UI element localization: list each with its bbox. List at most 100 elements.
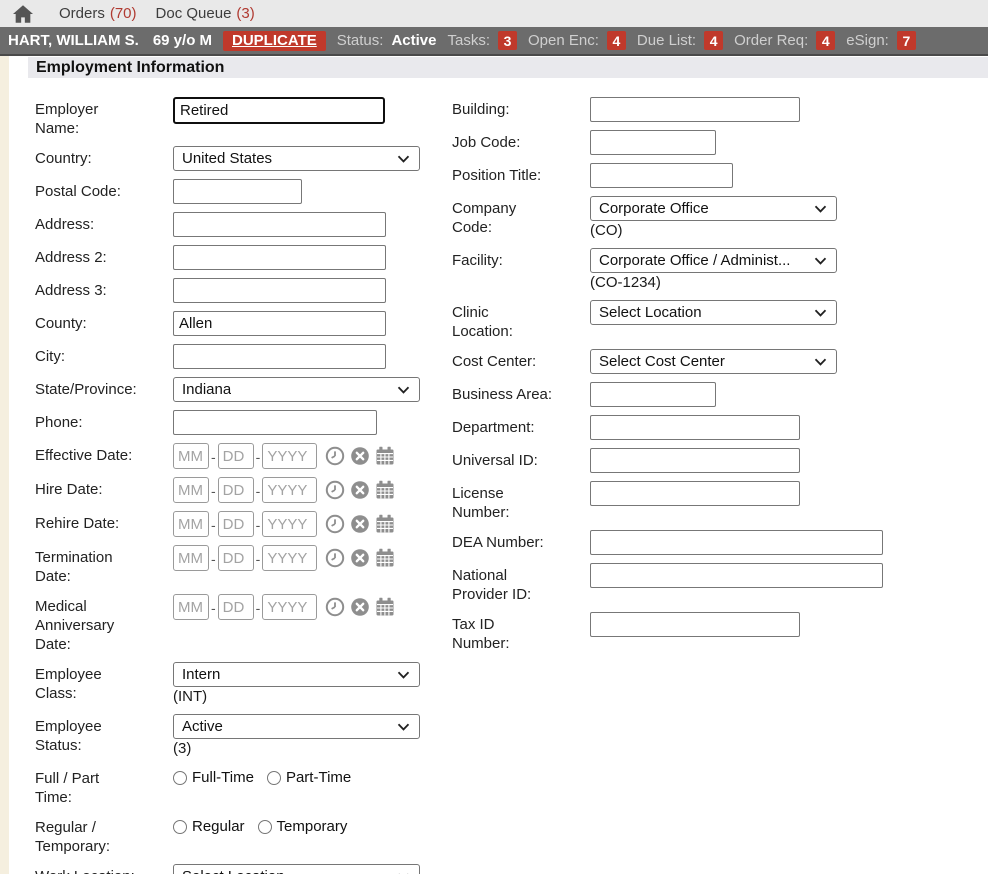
phone-label: Phone: [35, 410, 173, 432]
city-input[interactable] [173, 344, 386, 369]
calendar-icon[interactable] [375, 514, 395, 534]
hire-date-month-input[interactable] [173, 477, 209, 503]
business-area-input[interactable] [590, 382, 716, 407]
full-time-radio[interactable]: Full-Time [173, 769, 254, 786]
metric-tasks[interactable]: Tasks: 3 [447, 31, 517, 50]
effective-date-year-input[interactable] [262, 443, 317, 469]
metric-due-list[interactable]: Due List: 4 [637, 31, 723, 50]
license-number-input[interactable] [590, 481, 800, 506]
address3-input[interactable] [173, 278, 386, 303]
calendar-icon[interactable] [375, 480, 395, 500]
national-provider-id-input[interactable] [590, 563, 883, 588]
company-code-select-value: Corporate Office [599, 200, 709, 217]
calendar-icon[interactable] [375, 597, 395, 617]
medical-anniversary-date-group: - - [173, 594, 395, 620]
order-req-count-badge[interactable]: 4 [816, 31, 835, 50]
field-job-code: Job Code: [452, 130, 988, 155]
termination-date-month-input[interactable] [173, 545, 209, 571]
field-medical-anniversary-date: Medical Anniversary Date: - - [35, 594, 452, 654]
position-title-label: Position Title: [452, 163, 590, 185]
clock-icon[interactable] [325, 548, 345, 568]
department-input[interactable] [590, 415, 800, 440]
chevron-down-icon [814, 358, 827, 366]
address-input[interactable] [173, 212, 386, 237]
address2-input[interactable] [173, 245, 386, 270]
metric-open-enc[interactable]: Open Enc: 4 [528, 31, 626, 50]
rehire-date-year-input[interactable] [262, 511, 317, 537]
work-location-label: Work Location: [35, 864, 173, 874]
facility-label: Facility: [452, 248, 590, 270]
chevron-down-icon [814, 309, 827, 317]
termination-date-group: - - [173, 545, 395, 571]
company-code-select[interactable]: Corporate Office [590, 196, 837, 221]
part-time-radio[interactable]: Part-Time [267, 769, 351, 786]
home-icon[interactable] [13, 5, 33, 23]
employee-class-label: Employee Class: [35, 662, 173, 703]
nav-orders[interactable]: Orders (70) [59, 5, 137, 22]
calendar-icon[interactable] [375, 446, 395, 466]
clinic-location-select[interactable]: Select Location [590, 300, 837, 325]
address-label: Address: [35, 212, 173, 234]
dea-number-input[interactable] [590, 530, 883, 555]
due-list-count-badge[interactable]: 4 [704, 31, 723, 50]
universal-id-label: Universal ID: [452, 448, 590, 470]
field-dea-number: DEA Number: [452, 530, 988, 555]
date-icon-group [325, 597, 395, 617]
effective-date-day-input[interactable] [218, 443, 254, 469]
employment-form: Employer Name: Country: United States Po… [0, 97, 988, 874]
employee-class-select[interactable]: Intern [173, 662, 420, 687]
position-title-input[interactable] [590, 163, 733, 188]
employee-status-select[interactable]: Active [173, 714, 420, 739]
rehire-date-month-input[interactable] [173, 511, 209, 537]
employer-name-input[interactable] [173, 97, 385, 124]
regular-temporary-label: Regular / Temporary: [35, 815, 173, 856]
metric-esign[interactable]: eSign: 7 [846, 31, 916, 50]
termination-date-day-input[interactable] [218, 545, 254, 571]
field-work-location: Work Location: Select Location [35, 864, 452, 874]
calendar-icon[interactable] [375, 548, 395, 568]
postal-code-input[interactable] [173, 179, 302, 204]
nav-doc-queue[interactable]: Doc Queue (3) [156, 5, 255, 22]
open-enc-count-badge[interactable]: 4 [607, 31, 626, 50]
termination-date-year-input[interactable] [262, 545, 317, 571]
duplicate-badge[interactable]: DUPLICATE [223, 31, 326, 51]
field-state-province: State/Province: Indiana [35, 377, 452, 402]
field-employee-status: Employee Status: Active (3) [35, 714, 452, 758]
tax-id-number-input[interactable] [590, 612, 800, 637]
regular-radio[interactable]: Regular [173, 818, 245, 835]
medical-anniversary-date-year-input[interactable] [262, 594, 317, 620]
clock-icon[interactable] [325, 514, 345, 534]
tasks-count-badge[interactable]: 3 [498, 31, 517, 50]
clear-date-icon[interactable] [350, 480, 370, 500]
esign-count-badge[interactable]: 7 [897, 31, 916, 50]
building-input[interactable] [590, 97, 800, 122]
facility-select[interactable]: Corporate Office / Administ... [590, 248, 837, 273]
clear-date-icon[interactable] [350, 597, 370, 617]
hire-date-year-input[interactable] [262, 477, 317, 503]
temporary-radio[interactable]: Temporary [258, 818, 348, 835]
country-select[interactable]: United States [173, 146, 420, 171]
medical-anniversary-date-month-input[interactable] [173, 594, 209, 620]
field-address2: Address 2: [35, 245, 452, 270]
clock-icon[interactable] [325, 597, 345, 617]
phone-input[interactable] [173, 410, 377, 435]
county-input[interactable] [173, 311, 386, 336]
clear-date-icon[interactable] [350, 548, 370, 568]
job-code-input[interactable] [590, 130, 716, 155]
form-left-column: Employer Name: Country: United States Po… [35, 97, 452, 874]
universal-id-input[interactable] [590, 448, 800, 473]
date-separator: - [256, 447, 261, 465]
hire-date-day-input[interactable] [218, 477, 254, 503]
clock-icon[interactable] [325, 446, 345, 466]
effective-date-month-input[interactable] [173, 443, 209, 469]
clock-icon[interactable] [325, 480, 345, 500]
metric-order-req[interactable]: Order Req: 4 [734, 31, 835, 50]
state-province-select[interactable]: Indiana [173, 377, 420, 402]
cost-center-select[interactable]: Select Cost Center [590, 349, 837, 374]
clear-date-icon[interactable] [350, 446, 370, 466]
rehire-date-day-input[interactable] [218, 511, 254, 537]
work-location-select[interactable]: Select Location [173, 864, 420, 874]
clear-date-icon[interactable] [350, 514, 370, 534]
medical-anniversary-date-day-input[interactable] [218, 594, 254, 620]
field-address3: Address 3: [35, 278, 452, 303]
